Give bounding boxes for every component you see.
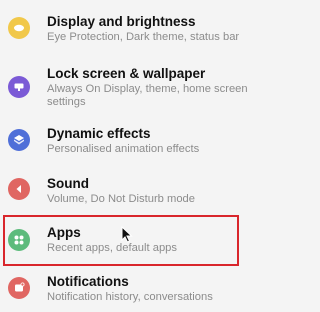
settings-item-subtitle: Personalised animation effects <box>47 143 200 155</box>
wallpaper-icon <box>8 76 30 98</box>
sun-icon <box>8 17 30 39</box>
settings-item-subtitle: Always On Display, theme, home screen se… <box>47 83 248 108</box>
settings-item-title: Notifications <box>47 274 129 289</box>
settings-item-title: Dynamic effects <box>47 126 151 141</box>
cube-icon <box>8 129 30 151</box>
notification-icon <box>8 277 30 299</box>
settings-item-subtitle: Eye Protection, Dark theme, status bar <box>47 31 240 43</box>
settings-item-title: Apps <box>47 225 81 240</box>
mouse-cursor-icon <box>121 225 133 248</box>
settings-item-display[interactable]: Display and brightness Eye Protection, D… <box>0 0 264 52</box>
settings-item-title: Display and brightness <box>47 14 196 29</box>
settings-item-subtitle: Recent apps, default apps <box>47 242 177 254</box>
settings-item-title: Lock screen & wallpaper <box>47 66 206 81</box>
speaker-icon <box>8 178 30 200</box>
settings-item-subtitle: Volume, Do Not Disturb mode <box>47 193 195 205</box>
settings-item-notifications[interactable]: Notifications Notification history, conv… <box>0 268 264 312</box>
settings-item-subtitle: Notification history, conversations <box>47 291 213 303</box>
apps-grid-icon <box>8 229 30 251</box>
settings-item-sound[interactable]: Sound Volume, Do Not Disturb mode <box>0 167 264 215</box>
settings-list: Display and brightness Eye Protection, D… <box>0 0 264 312</box>
settings-item-title: Sound <box>47 176 89 191</box>
settings-item-dynamic-effects[interactable]: Dynamic effects Personalised animation e… <box>0 117 264 167</box>
settings-item-lock-screen[interactable]: Lock screen & wallpaper Always On Displa… <box>0 56 264 110</box>
